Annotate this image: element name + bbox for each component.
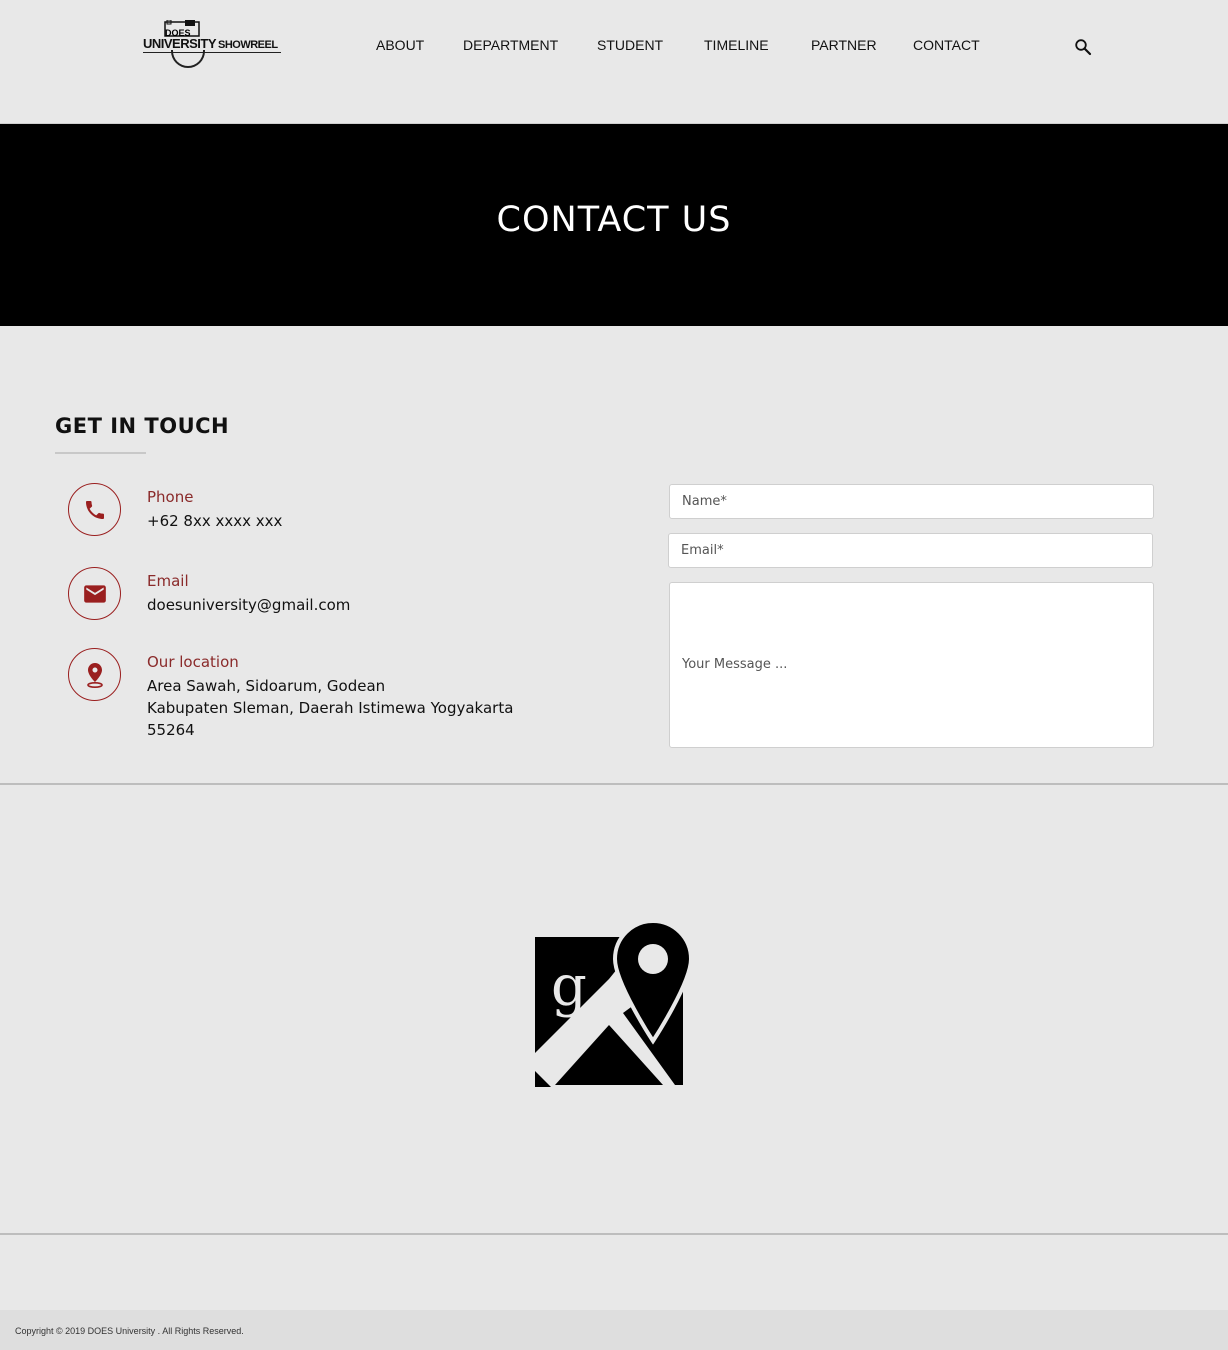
email-field[interactable] xyxy=(668,533,1153,568)
phone-label: Phone xyxy=(147,488,194,506)
phone-icon-circle xyxy=(68,483,121,536)
page-title: CONTACT US xyxy=(496,200,732,240)
location-label: Our location xyxy=(147,653,239,671)
svg-text:g: g xyxy=(551,954,587,1019)
email-value[interactable]: doesuniversity@gmail.com xyxy=(147,594,350,616)
search-icon[interactable] xyxy=(1074,38,1092,56)
location-line-3: 55264 xyxy=(147,721,195,739)
copyright-text: Copyright © 2019 DOES University . All R… xyxy=(15,1326,244,1336)
location-line-1: Area Sawah, Sidoarum, Godean xyxy=(147,677,386,695)
nav-about[interactable]: ABOUT xyxy=(376,37,424,53)
message-field[interactable] xyxy=(669,582,1154,748)
nav-timeline[interactable]: TIMELINE xyxy=(704,37,769,53)
hero-banner: CONTACT US xyxy=(0,124,1228,326)
location-icon-circle xyxy=(68,648,121,701)
nav-partner[interactable]: PARTNER xyxy=(811,37,877,53)
nav-student[interactable]: STUDENT xyxy=(597,37,663,53)
footer-spacer xyxy=(0,1237,1228,1310)
main-nav: ABOUT DEPARTMENT STUDENT TIMELINE PARTNE… xyxy=(0,37,1228,57)
phone-icon xyxy=(85,500,104,519)
location-line-2: Kabupaten Sleman, Daerah Istimewa Yogyak… xyxy=(147,699,514,717)
location-pin-icon xyxy=(86,662,103,688)
nav-contact[interactable]: CONTACT xyxy=(913,37,980,53)
mail-icon xyxy=(83,584,106,603)
google-maps-icon[interactable]: g xyxy=(533,921,693,1087)
nav-department[interactable]: DEPARTMENT xyxy=(463,37,558,53)
map-section: g xyxy=(0,785,1228,1235)
heading-underline xyxy=(55,452,146,454)
email-label: Email xyxy=(147,572,189,590)
name-field[interactable] xyxy=(669,484,1154,519)
mail-icon-circle xyxy=(68,567,121,620)
contact-section: GET IN TOUCH Phone +62 8xx xxxx xxx Emai… xyxy=(0,326,1228,785)
site-footer: Copyright © 2019 DOES University . All R… xyxy=(0,1310,1228,1350)
site-header: DOES UNIVERSITY SHOWREEL ABOUT DEPARTMENT… xyxy=(0,0,1228,124)
get-in-touch-heading: GET IN TOUCH xyxy=(55,414,230,438)
phone-value[interactable]: +62 8xx xxxx xxx xyxy=(147,510,282,532)
